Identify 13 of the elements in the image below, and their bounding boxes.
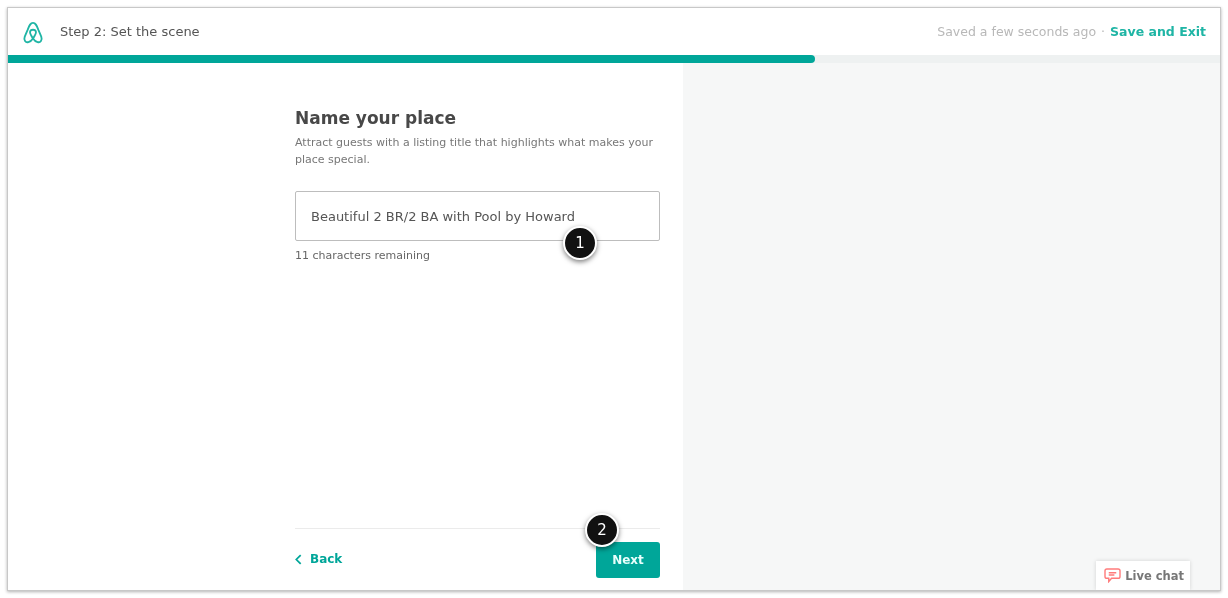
logo-icon[interactable] xyxy=(22,19,44,44)
chevron-left-icon xyxy=(295,553,302,565)
step-title: Step 2: Set the scene xyxy=(60,24,200,39)
next-button[interactable]: Next xyxy=(596,542,660,578)
separator-dot: · xyxy=(1101,24,1106,39)
back-link[interactable]: Back xyxy=(295,552,343,578)
form-title: Name your place xyxy=(295,108,458,128)
live-chat-button[interactable]: Live chat xyxy=(1096,561,1190,590)
save-status: Saved a few seconds ago xyxy=(937,24,1097,39)
save-and-exit-link[interactable]: Save and Exit xyxy=(1110,24,1206,39)
chat-bubble-icon xyxy=(1104,568,1122,583)
form-description: Attract guests with a listing title that highlights what makes your place special. xyxy=(295,135,654,168)
characters-remaining: 11 characters remaining xyxy=(295,249,431,262)
